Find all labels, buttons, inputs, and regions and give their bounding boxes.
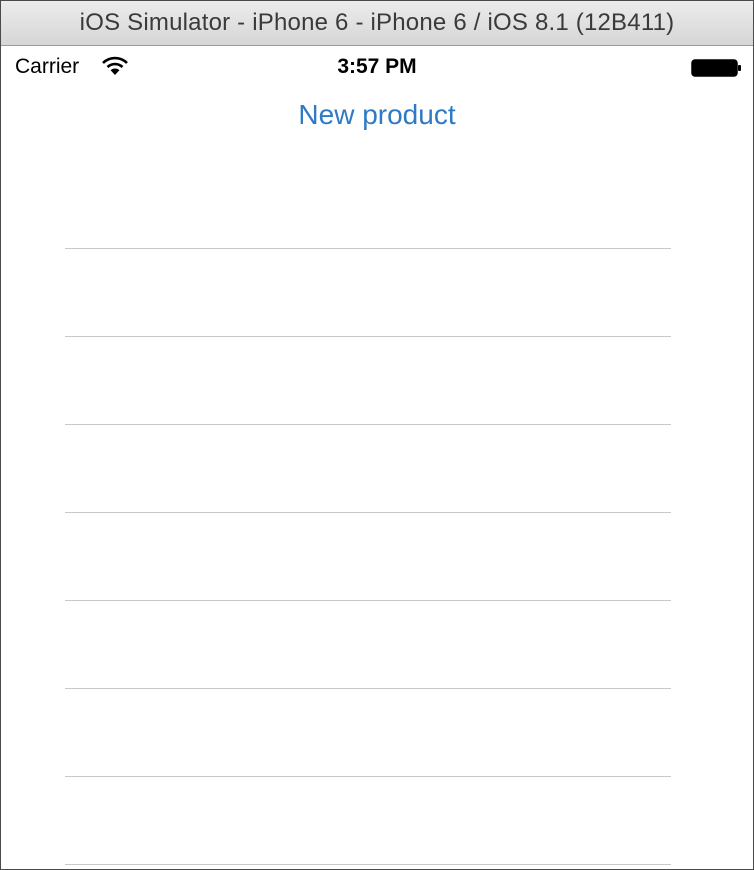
text-input[interactable]	[65, 513, 671, 600]
product-field-5[interactable]	[65, 513, 671, 601]
window-titlebar[interactable]: iOS Simulator - iPhone 6 - iPhone 6 / iO…	[1, 1, 753, 46]
product-field-6[interactable]	[65, 601, 671, 689]
text-input[interactable]	[65, 249, 671, 336]
new-product-title[interactable]: New product	[1, 99, 753, 131]
product-field-1[interactable]	[65, 161, 671, 249]
product-field-7[interactable]	[65, 689, 671, 777]
product-field-2[interactable]	[65, 249, 671, 337]
battery-icon	[691, 59, 743, 77]
status-time: 3:57 PM	[337, 55, 417, 78]
text-input[interactable]	[65, 777, 671, 864]
text-input[interactable]	[65, 601, 671, 688]
text-input[interactable]	[65, 425, 671, 512]
product-field-8[interactable]	[65, 777, 671, 865]
simulator-window: iOS Simulator - iPhone 6 - iPhone 6 / iO…	[0, 0, 754, 870]
window-title: iOS Simulator - iPhone 6 - iPhone 6 / iO…	[79, 9, 675, 36]
text-input[interactable]	[65, 337, 671, 424]
status-bar: Carrier 3:57 PM	[1, 46, 753, 88]
text-input[interactable]	[65, 161, 671, 248]
text-input[interactable]	[65, 689, 671, 776]
product-field-4[interactable]	[65, 425, 671, 513]
product-field-3[interactable]	[65, 337, 671, 425]
